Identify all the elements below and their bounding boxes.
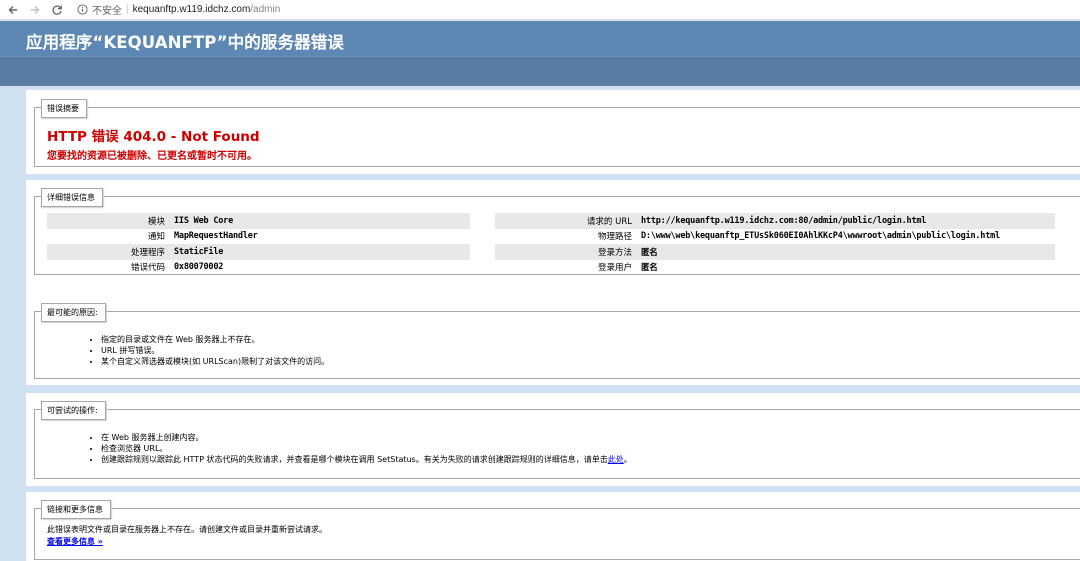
detail-label: 错误代码 [130, 263, 165, 274]
detail-row: 错误代码 0x80070002 [47, 260, 470, 276]
security-status-label: 不安全 [92, 6, 122, 17]
more-info-link[interactable]: 查看更多信息 » [47, 536, 103, 547]
list-item: 检查浏览器 URL。 [101, 443, 632, 454]
detail-value: 0x80070002 [174, 262, 224, 273]
causes-legend: 最可能的原因: [41, 303, 106, 322]
detail-label: 模块 [147, 216, 165, 227]
reload-icon [51, 5, 62, 15]
links-fieldset: 链接和更多信息 此错误表明文件或目录在服务器上不存在。请创建文件或目录并重新尝试… [34, 500, 1080, 560]
causes-panel: 最可能的原因: 指定的目录或文件在 Web 服务器上不存在。 URL 拼写错误。… [26, 295, 1080, 385]
info-icon[interactable] [77, 4, 88, 15]
detail-value: 匿名 [641, 263, 658, 274]
page-title: 应用程序“KEQUANFTP”中的服务器错误 [26, 33, 344, 52]
actions-fieldset: 可尝试的操作: 在 Web 服务器上创建内容。 检查浏览器 URL。 创建跟踪规… [34, 401, 1080, 479]
list-item: 指定的目录或文件在 Web 服务器上不存在。 [101, 334, 329, 345]
header-band [0, 56, 1080, 86]
detail-row: 登录用户 匿名 [495, 260, 1055, 276]
back-button[interactable] [6, 3, 19, 16]
details-left-table: 模块 IIS Web Core 通知 MapRequestHandler 处理程… [47, 213, 470, 275]
details-fieldset: 详细错误信息 模块 IIS Web Core 通知 MapRequestHand… [34, 188, 1080, 275]
links-description: 此错误表明文件或目录在服务器上不存在。请创建文件或目录并重新尝试请求。 [47, 525, 327, 534]
summary-legend: 错误摘要 [41, 99, 87, 118]
detail-value: StaticFile [174, 246, 224, 257]
detail-row: 请求的 URL http://kequanftp.w119.idchz.com:… [495, 213, 1055, 229]
arrow-right-icon [30, 5, 39, 14]
list-item: 创建跟踪规则以跟踪此 HTTP 状态代码的失败请求，并查看是哪个模块在调用 Se… [101, 454, 632, 465]
url-path: /admin [250, 4, 281, 15]
detail-value: D:\www\web\kequanftp_ETUsSk060EI0AhlKKcP… [641, 231, 1000, 242]
actions-list: 在 Web 服务器上创建内容。 检查浏览器 URL。 创建跟踪规则以跟踪此 HT… [101, 432, 632, 465]
address-separator: | [126, 4, 129, 15]
detail-label: 登录方法 [597, 247, 632, 258]
detail-row: 处理程序 StaticFile [47, 244, 470, 260]
address-bar[interactable]: 不安全 | kequanftp.w119.idchz.com/admin [77, 2, 280, 18]
url-host: kequanftp.w119.idchz.com [132, 4, 251, 15]
reload-button[interactable] [50, 3, 63, 16]
summary-fieldset: 错误摘要 HTTP 错误 404.0 - Not Found 您要找的资源已被删… [34, 99, 1080, 167]
list-item-end: 。 [623, 455, 632, 464]
detail-value: http://kequanftp.w119.idchz.com:80/admin… [641, 215, 927, 226]
links-legend: 链接和更多信息 [41, 500, 111, 519]
detail-label: 处理程序 [130, 247, 165, 258]
detail-label: 登录用户 [597, 263, 632, 274]
arrow-left-icon [8, 5, 17, 14]
causes-fieldset: 最可能的原因: 指定的目录或文件在 Web 服务器上不存在。 URL 拼写错误。… [34, 303, 1080, 379]
list-item: 某个自定义筛选器或模块(如 URLScan)限制了对该文件的访问。 [101, 356, 329, 367]
error-message: 您要找的资源已被删除、已更名或暂时不可用。 [47, 151, 257, 162]
detail-value: IIS Web Core [174, 215, 234, 226]
details-legend: 详细错误信息 [41, 188, 103, 207]
detail-value: 匿名 [641, 247, 658, 258]
click-here-link[interactable]: 此处 [608, 455, 624, 464]
detail-row: 模块 IIS Web Core [47, 213, 470, 229]
list-item: URL 拼写错误。 [101, 345, 329, 356]
detail-label: 请求的 URL [586, 216, 632, 227]
details-right-table: 请求的 URL http://kequanftp.w119.idchz.com:… [495, 213, 1055, 275]
detail-value: MapRequestHandler [174, 231, 258, 242]
detail-label: 通知 [147, 232, 165, 243]
detail-row: 物理路径 D:\www\web\kequanftp_ETUsSk060EI0Ah… [495, 229, 1055, 245]
detail-row: 登录方法 匿名 [495, 244, 1055, 260]
detail-label: 物理路径 [597, 232, 632, 243]
list-item: 在 Web 服务器上创建内容。 [101, 432, 632, 443]
actions-panel: 可尝试的操作: 在 Web 服务器上创建内容。 检查浏览器 URL。 创建跟踪规… [26, 393, 1080, 486]
summary-panel: 错误摘要 HTTP 错误 404.0 - Not Found 您要找的资源已被删… [26, 90, 1080, 174]
error-header: 应用程序“KEQUANFTP”中的服务器错误 [0, 21, 1080, 56]
forward-button[interactable] [28, 3, 41, 16]
detail-row: 通知 MapRequestHandler [47, 229, 470, 245]
actions-legend: 可尝试的操作: [41, 401, 106, 420]
error-title: HTTP 错误 404.0 - Not Found [47, 129, 260, 145]
links-panel: 链接和更多信息 此错误表明文件或目录在服务器上不存在。请创建文件或目录并重新尝试… [26, 492, 1080, 561]
list-item-text: 创建跟踪规则以跟踪此 HTTP 状态代码的失败请求，并查看是哪个模块在调用 Se… [101, 455, 608, 464]
browser-toolbar: 不安全 | kequanftp.w119.idchz.com/admin [0, 0, 1080, 20]
causes-list: 指定的目录或文件在 Web 服务器上不存在。 URL 拼写错误。 某个自定义筛选… [101, 334, 329, 367]
